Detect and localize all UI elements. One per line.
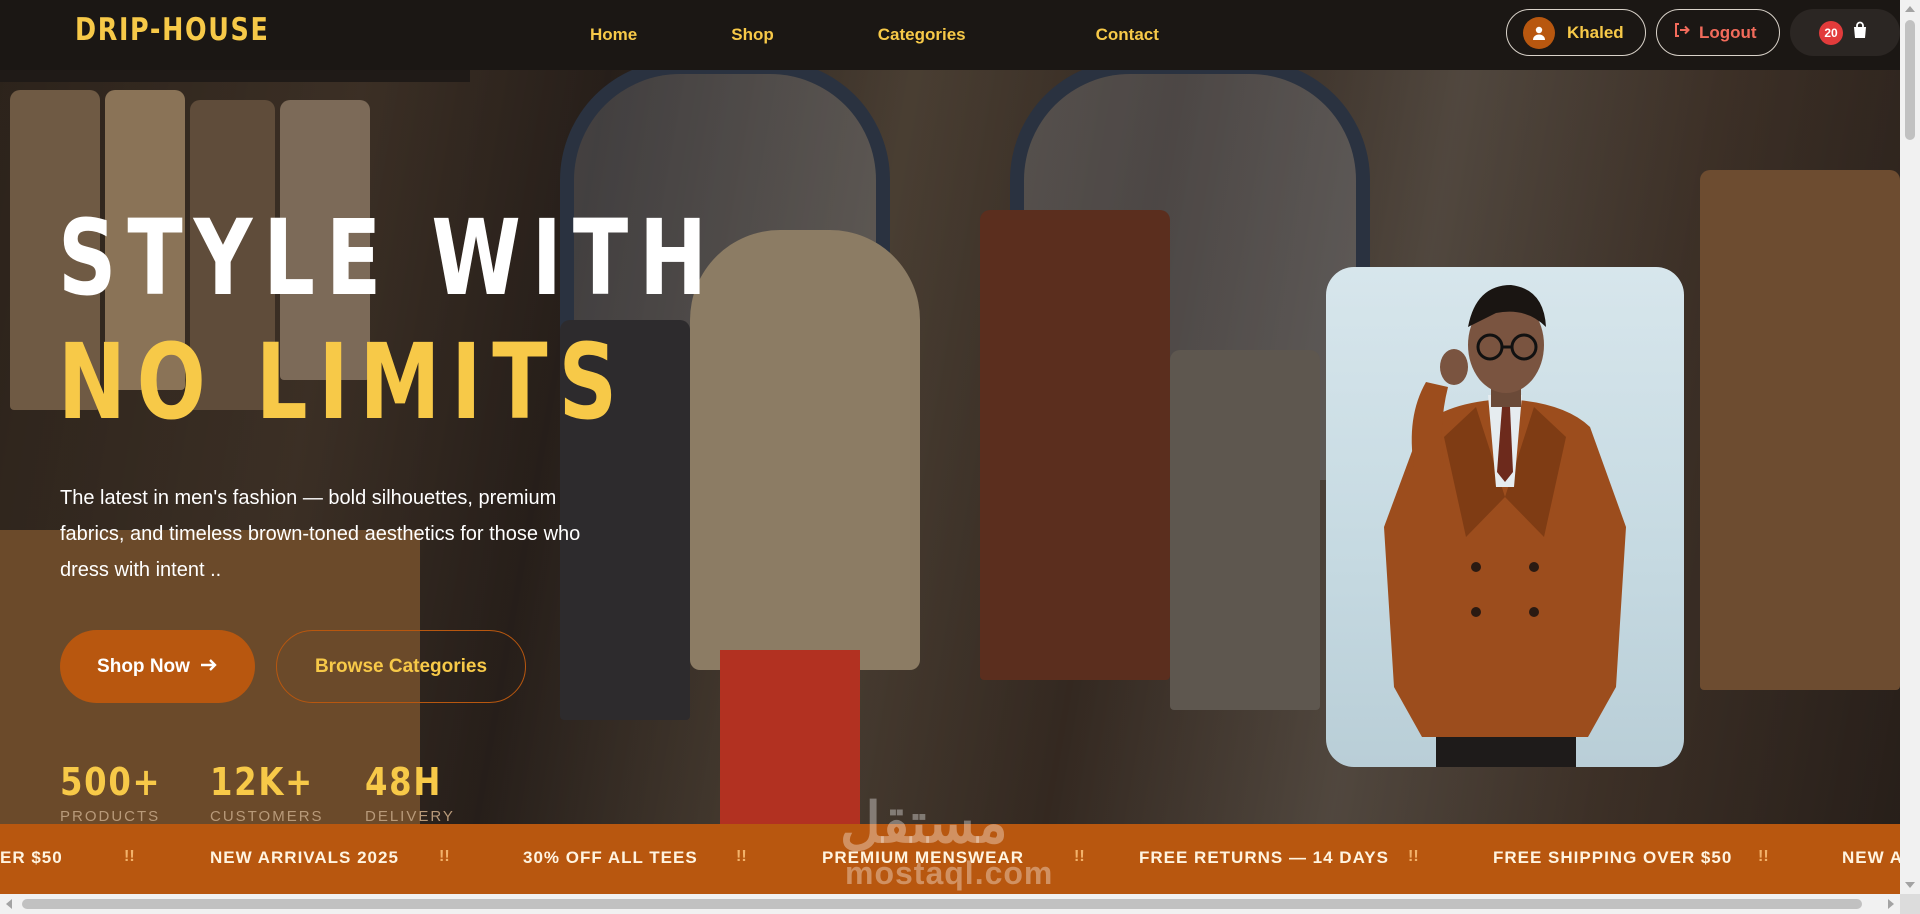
user-profile-button[interactable]: Khaled xyxy=(1506,9,1646,56)
main-nav: Home Shop Categories Contact xyxy=(560,0,1159,70)
stat-label: PRODUCTS xyxy=(60,808,161,824)
ticker-separator: !! xyxy=(124,848,135,865)
page: DRIP-HOUSE Home Shop Categories Contact … xyxy=(0,0,1920,914)
scroll-right-icon[interactable] xyxy=(1888,899,1894,909)
cart-count-badge: 20 xyxy=(1819,20,1843,45)
ticker-separator: !! xyxy=(1408,848,1419,865)
logout-label: Logout xyxy=(1699,22,1757,42)
browse-categories-label: Browse Categories xyxy=(314,655,488,677)
browse-categories-button[interactable]: Browse Categories xyxy=(276,630,526,703)
user-name: Khaled xyxy=(1567,22,1624,42)
stat-customers: 12K+ CUSTOMERS xyxy=(210,760,332,824)
watermark-latin: mostaql.com xyxy=(845,855,1054,891)
scroll-down-icon[interactable] xyxy=(1905,882,1915,888)
scroll-left-icon[interactable] xyxy=(6,899,12,909)
horizontal-scrollbar[interactable] xyxy=(0,894,1900,914)
ticker-item: FREE SHIPPING OVER $50 xyxy=(1493,848,1733,867)
stat-label: DELIVERY xyxy=(365,808,455,824)
cart-button[interactable]: 20 xyxy=(1790,9,1900,56)
ticker-separator: !! xyxy=(1074,848,1085,865)
shop-now-label: Shop Now xyxy=(97,655,190,677)
ticker-item: NEW ARRIVALS 2025 xyxy=(210,848,399,867)
horizontal-scroll-thumb[interactable] xyxy=(22,899,1862,909)
nav-link-shop[interactable]: Shop xyxy=(731,25,774,45)
featured-model-image xyxy=(1326,267,1684,767)
vertical-scrollbar[interactable] xyxy=(1900,0,1920,914)
nav-link-categories[interactable]: Categories xyxy=(878,25,966,45)
shop-now-button[interactable]: Shop Now xyxy=(60,630,255,703)
ticker-item: ER $50 xyxy=(0,848,63,867)
watermark-arabic: مستقل xyxy=(840,791,1008,854)
hero-title-line2: NO LIMITS xyxy=(58,321,628,443)
ticker-separator: !! xyxy=(736,848,747,865)
stat-products: 500+ PRODUCTS xyxy=(60,760,179,824)
scrollbar-corner xyxy=(1900,894,1920,914)
hero-section: STYLE WITH NO LIMITS The latest in men's… xyxy=(0,70,1900,824)
hero-description: The latest in men's fashion — bold silho… xyxy=(60,487,581,581)
ticker-item: NEW AR xyxy=(1842,848,1900,867)
nav-link-contact[interactable]: Contact xyxy=(1096,25,1159,45)
logout-icon xyxy=(1673,22,1691,43)
ticker-separator: !! xyxy=(439,848,450,865)
brand-logo[interactable]: DRIP-HOUSE xyxy=(75,12,269,48)
navbar: DRIP-HOUSE Home Shop Categories Contact … xyxy=(0,0,1900,70)
ticker-item: 30% OFF ALL TEES xyxy=(523,848,698,867)
vertical-scroll-thumb[interactable] xyxy=(1905,20,1915,140)
scroll-up-icon[interactable] xyxy=(1905,6,1915,12)
logout-button[interactable]: Logout xyxy=(1656,9,1780,56)
header-actions: Khaled Logout 20 xyxy=(1506,9,1900,56)
nav-link-home[interactable]: Home xyxy=(590,25,637,45)
stat-delivery: 48H DELIVERY xyxy=(365,760,456,824)
stat-label: CUSTOMERS xyxy=(210,808,324,824)
hero-title-line1: STYLE WITH xyxy=(58,197,718,319)
stat-value: 500+ xyxy=(60,760,162,804)
stat-value: 48H xyxy=(365,760,443,804)
ticker-separator: !! xyxy=(1758,848,1769,865)
stat-value: 12K+ xyxy=(210,760,314,804)
ticker-item: FREE RETURNS — 14 DAYS xyxy=(1139,848,1389,867)
user-icon xyxy=(1523,16,1555,49)
shopping-bag-icon xyxy=(1851,21,1869,44)
arrow-right-icon xyxy=(200,656,218,678)
